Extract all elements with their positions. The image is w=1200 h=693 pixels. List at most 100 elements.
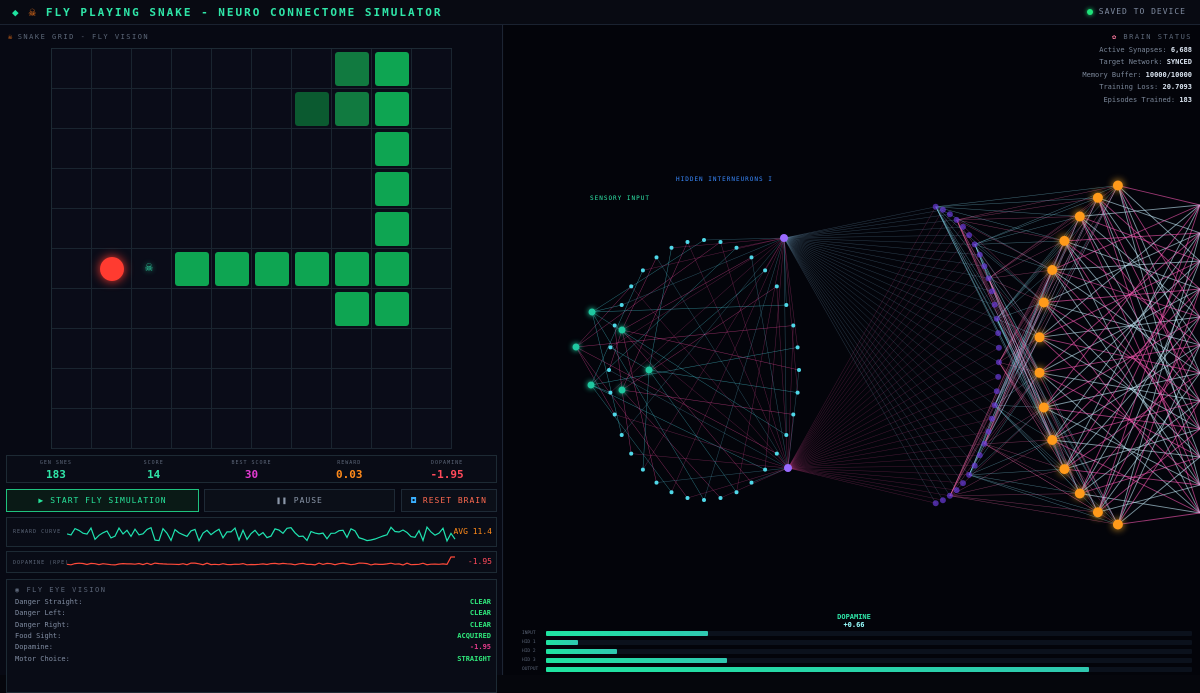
vision-row-label: Danger Left: [15,609,66,617]
activity-bar: HID 2 [522,647,1192,655]
grid-cell [52,329,92,369]
grid-cell [132,329,172,369]
grid-cell [412,209,452,249]
start-button[interactable]: ▶ START FLY SIMULATION [6,489,199,512]
grid-cell [412,49,452,89]
vision-row-value: CLEAR [470,609,491,617]
brain-status: ✿ BRAIN STATUS Active Synapses: 6,688Tar… [1082,31,1192,106]
brain-status-row: Episodes Trained: 183 [1082,94,1192,107]
vision-row: Dopamine:-1.95 [15,643,491,651]
grid-cell [292,129,332,169]
grid-cell [172,329,212,369]
grid-cell [332,409,372,449]
grid-cell [92,369,132,409]
grid-cell [252,49,292,89]
grid-cell [292,209,332,249]
play-icon: ▶ [38,496,44,505]
brain-status-row: Memory Buffer: 10000/10000 [1082,69,1192,82]
reward-spark-label: REWARD CURVE [13,529,61,535]
grid-cell [292,49,332,89]
grid-cell [252,369,292,409]
grid-cell [132,209,172,249]
stat-value: -1.95 [398,468,496,481]
snake-segment [175,252,209,286]
activity-bar-track [546,631,1192,636]
snake-segment [335,292,369,326]
activity-bar-fill [546,658,727,663]
grid-cell [332,209,372,249]
grid-cell [172,289,212,329]
reward-curve [67,520,462,546]
activity-bar-track [546,649,1192,654]
snake-segment [335,92,369,126]
grid-section-label: ☠SNAKE GRID - FLY VISION [8,33,149,41]
snake-segment [375,132,409,166]
title-bar: ◆ ☠ FLY PLAYING SNAKE - NEURO CONNECTOME… [0,0,1200,25]
vision-row-value: CLEAR [470,621,491,629]
grid-cell [92,409,132,449]
snake-segment [335,252,369,286]
diamond-icon: ◆ [12,6,19,19]
hidden-interneurons-label: HIDDEN INTERNEURONS I [676,176,773,183]
vision-row-label: Food Sight: [15,632,61,640]
grid-cell [172,49,212,89]
brain-visualization: ✿ BRAIN STATUS Active Synapses: 6,688Tar… [504,25,1200,675]
grid-cell [252,209,292,249]
grid-cell [412,169,452,209]
grid-cell [332,169,372,209]
brain-status-row: Training Loss: 20.7093 [1082,81,1192,94]
reset-button[interactable]: ◘RESET BRAIN [401,489,497,512]
brain-status-title: ✿ BRAIN STATUS [1082,31,1192,44]
grid-cell [132,289,172,329]
grid-cell [252,409,292,449]
snake-grid: ☠ [51,48,452,449]
grid-cell [372,409,412,449]
stat-label: SCORE [105,460,203,466]
grid-cell [52,49,92,89]
brain-status-label: Target Network: [1099,58,1162,66]
grid-cell [212,369,252,409]
stat-item: BEST SCORE30 [203,456,301,482]
grid-cell [92,209,132,249]
brain-icon: ✿ [1112,33,1118,41]
grid-cell [132,129,172,169]
dopamine-curve [67,554,462,572]
sensory-input-label: SENSORY INPUT [590,195,650,202]
fly-eye-vision-panel: ◉ FLY EYE VISION Danger Straight:CLEARDa… [6,579,497,693]
grid-cell [292,289,332,329]
brain-status-label: Memory Buffer: [1082,71,1141,79]
stat-value: 183 [7,468,105,481]
vision-title-text: FLY EYE VISION [26,586,106,594]
brain-status-row: Active Synapses: 6,688 [1082,44,1192,57]
grid-cell [52,89,92,129]
grid-cell [52,409,92,449]
start-label: START FLY SIMULATION [50,496,166,505]
snake-segment [255,252,289,286]
grid-cell [172,129,212,169]
vision-row: Danger Straight:CLEAR [15,598,491,606]
activity-bars: INPUTHID 1HID 2HID 3OUTPUT [522,629,1192,674]
pause-button[interactable]: ❚❚PAUSE [204,489,395,512]
reward-sparkline: REWARD CURVE AVG 11.4 [6,517,497,547]
vision-row-value: CLEAR [470,598,491,606]
reward-spark-value: AVG 11.4 [453,527,492,536]
vision-row-label: Dopamine: [15,643,53,651]
activity-bar: HID 3 [522,656,1192,664]
grid-cell [172,409,212,449]
grid-cell [372,329,412,369]
brain-status-label: Active Synapses: [1099,46,1166,54]
stat-label: DOPAMINE [398,460,496,466]
grid-cell [212,409,252,449]
snake-segment [375,292,409,326]
grid-cell [132,49,172,89]
activity-bar-track [546,667,1192,672]
grid-cell [412,289,452,329]
dopamine-meter-label: DOPAMINE [824,613,884,621]
grid-cell [92,49,132,89]
left-panel: ☠SNAKE GRID - FLY VISION ☠ GEN SNES183SC… [0,25,503,675]
vision-row-value: STRAIGHT [457,655,491,663]
snake-segment [375,212,409,246]
grid-cell [332,369,372,409]
grid-cell [52,369,92,409]
fly-icon: ☠ [8,33,14,41]
